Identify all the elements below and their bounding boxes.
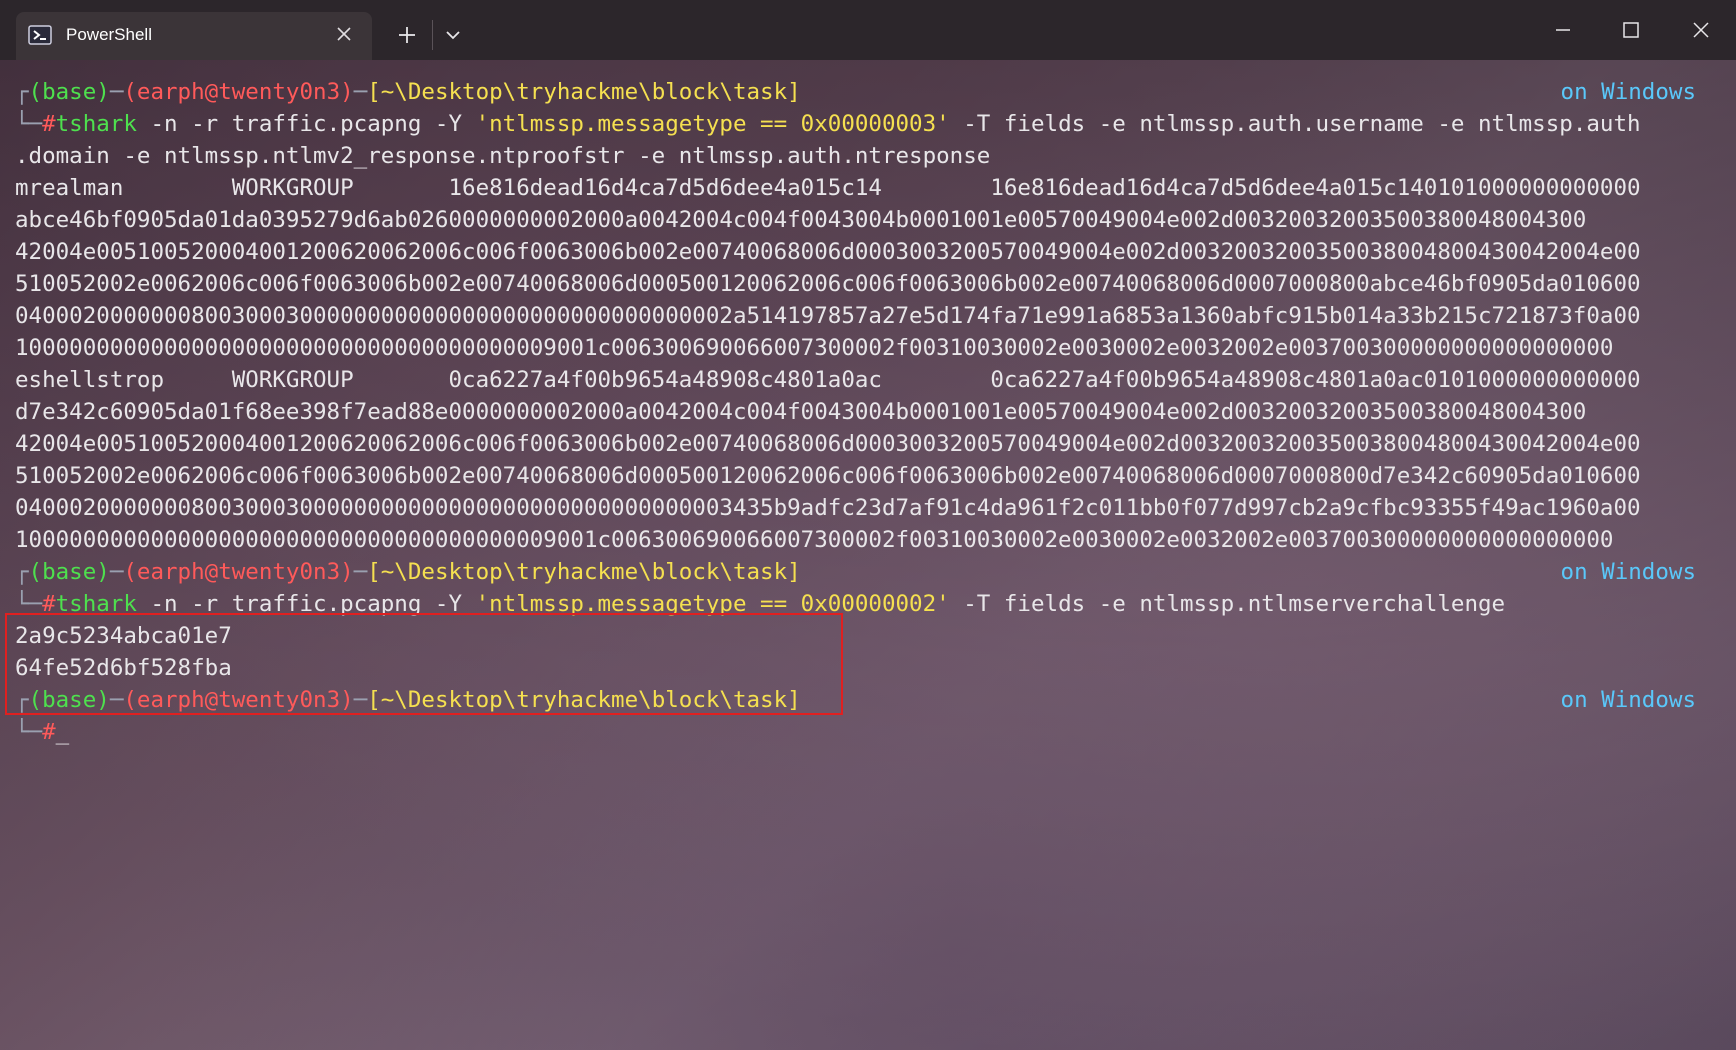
command-continuation: .domain -e ntlmssp.ntlmv2_response.ntpro… [15, 143, 991, 169]
output-line: 0400020000000800300030000000000000000000… [15, 303, 1641, 329]
tab-separator [432, 20, 433, 50]
output-line: 510052002e0062006c006f0063006b002e007400… [15, 463, 1641, 489]
output-line: 42004e005100520004001200620062006c006f00… [15, 431, 1641, 457]
cursor: _ [55, 719, 70, 745]
minimize-icon[interactable] [1540, 10, 1586, 50]
prompt-right-label: on Windows [1560, 79, 1696, 105]
prompt-line: ┌(base)─(earph@twenty0n3)─[~\Desktop\try… [15, 559, 801, 585]
chevron-down-icon[interactable] [438, 20, 468, 50]
terminal-pane[interactable]: ┌(base)─(earph@twenty0n3)─[~\Desktop\try… [0, 60, 1736, 1050]
output-line: mrealman WORKGROUP 16e816dead16d4ca7d5d6… [15, 175, 1641, 201]
output-line: 1000000000000000000000000000000000000009… [15, 527, 1614, 553]
output-line: 0400020000000800300030000000000000000000… [15, 495, 1641, 521]
close-icon[interactable] [334, 24, 354, 44]
output-line: abce46bf0905da01da0395279d6ab02600000000… [15, 207, 1587, 233]
title-bar: PowerShell [0, 0, 1736, 60]
output-line: d7e342c60905da01f68ee398f7ead88e00000000… [15, 399, 1587, 425]
output-line: 42004e005100520004001200620062006c006f00… [15, 239, 1641, 265]
highlight-box [5, 613, 843, 715]
maximize-icon[interactable] [1608, 10, 1654, 50]
output-line: 1000000000000000000000000000000000000009… [15, 335, 1614, 361]
command-line: └─#tshark -n -r traffic.pcapng -Y 'ntlms… [15, 111, 1641, 137]
powershell-icon [28, 25, 52, 45]
window-close-icon[interactable] [1678, 10, 1724, 50]
prompt-right-label: on Windows [1560, 687, 1696, 713]
tab-powershell[interactable]: PowerShell [16, 12, 372, 60]
output-line: eshellstrop WORKGROUP 0ca6227a4f00b9654a… [15, 367, 1641, 393]
prompt-line: ┌(base)─(earph@twenty0n3)─[~\Desktop\try… [15, 79, 801, 105]
command-line-input[interactable]: └─#_ [15, 716, 69, 748]
prompt-right-label: on Windows [1560, 559, 1696, 585]
plus-icon[interactable] [392, 20, 422, 50]
tab-title: PowerShell [66, 25, 152, 44]
output-line: 510052002e0062006c006f0063006b002e007400… [15, 271, 1641, 297]
